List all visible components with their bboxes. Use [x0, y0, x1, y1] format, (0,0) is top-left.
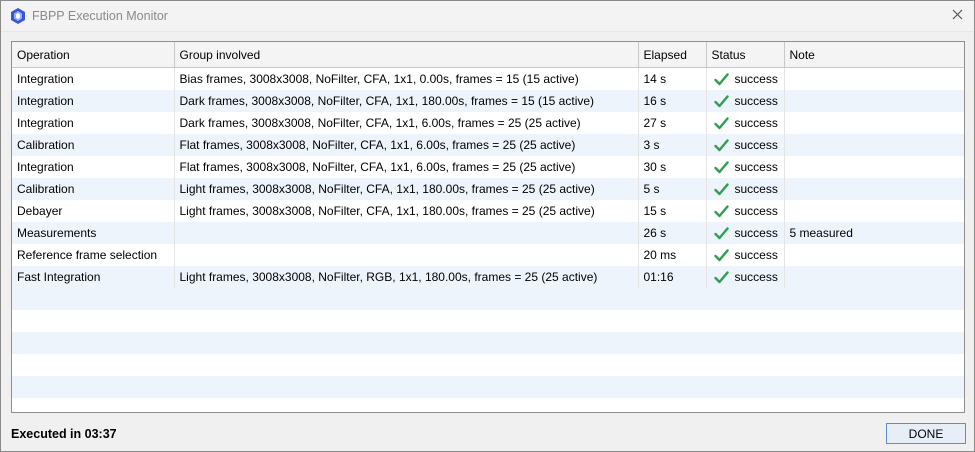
- status-cell: success: [706, 156, 785, 178]
- elapsed-cell: 01:16: [638, 266, 707, 288]
- note-cell: [784, 112, 964, 134]
- elapsed-cell: 14 s: [638, 67, 707, 90]
- elapsed-cell: 3 s: [638, 134, 707, 156]
- elapsed-cell: 16 s: [638, 90, 707, 112]
- status-cell: success: [706, 90, 785, 112]
- elapsed-cell: 30 s: [638, 156, 707, 178]
- elapsed-cell: 20 ms: [638, 244, 707, 266]
- window-title: FBPP Execution Monitor: [32, 9, 168, 23]
- status-text: success: [734, 248, 778, 262]
- status-text: success: [734, 116, 778, 130]
- column-header-operation[interactable]: Operation: [12, 42, 175, 68]
- close-button[interactable]: [946, 5, 968, 27]
- status-text: success: [734, 182, 778, 196]
- operation-cell: Calibration: [12, 178, 175, 200]
- operation-cell: Reference frame selection: [12, 244, 175, 266]
- note-cell: [784, 200, 964, 222]
- operation-cell: Fast Integration: [12, 266, 175, 288]
- operation-cell: Debayer: [12, 200, 175, 222]
- note-cell: 5 measured: [784, 222, 964, 244]
- group-cell: Flat frames, 3008x3008, NoFilter, CFA, 1…: [174, 156, 639, 178]
- operation-cell: Integration: [12, 156, 175, 178]
- checkmark-icon: [713, 270, 729, 284]
- status-cell: success: [706, 67, 785, 90]
- status-text: success: [734, 204, 778, 218]
- done-button[interactable]: DONE: [886, 423, 966, 444]
- group-cell: Dark frames, 3008x3008, NoFilter, CFA, 1…: [174, 90, 639, 112]
- note-cell: [784, 178, 964, 200]
- status-cell: success: [706, 200, 785, 222]
- elapsed-cell: 15 s: [638, 200, 707, 222]
- table-row[interactable]: Calibration Light frames, 3008x3008, NoFi…: [12, 178, 964, 200]
- group-cell: Flat frames, 3008x3008, NoFilter, CFA, 1…: [174, 134, 639, 156]
- note-cell: [784, 266, 964, 288]
- operation-cell: Integration: [12, 112, 175, 134]
- operation-cell: Calibration: [12, 134, 175, 156]
- column-header-group[interactable]: Group involved: [174, 42, 639, 68]
- table-row[interactable]: Reference frame selection 20 ms success: [12, 244, 964, 266]
- checkmark-icon: [713, 182, 729, 196]
- group-cell: Light frames, 3008x3008, NoFilter, RGB, …: [174, 266, 639, 288]
- note-cell: [784, 90, 964, 112]
- status-text: success: [734, 160, 778, 174]
- group-cell: Dark frames, 3008x3008, NoFilter, CFA, 1…: [174, 112, 639, 134]
- status-cell: success: [706, 222, 785, 244]
- status-cell: success: [706, 178, 785, 200]
- group-cell: Light frames, 3008x3008, NoFilter, CFA, …: [174, 178, 639, 200]
- checkmark-icon: [713, 160, 729, 174]
- table-row[interactable]: Debayer Light frames, 3008x3008, NoFilter…: [12, 200, 964, 222]
- checkmark-icon: [713, 116, 729, 130]
- column-header-elapsed[interactable]: Elapsed: [638, 42, 707, 68]
- executed-time-label: Executed in 03:37: [11, 427, 117, 441]
- status-cell: success: [706, 266, 785, 288]
- checkmark-icon: [713, 248, 729, 262]
- status-cell: success: [706, 244, 785, 266]
- table-row[interactable]: Fast Integration Light frames, 3008x3008,…: [12, 266, 964, 288]
- table-body: Integration Bias frames, 3008x3008, NoFil…: [12, 67, 964, 288]
- elapsed-cell: 5 s: [638, 178, 707, 200]
- table-row[interactable]: Integration Flat frames, 3008x3008, NoFil…: [12, 156, 964, 178]
- table-row[interactable]: Calibration Flat frames, 3008x3008, NoFil…: [12, 134, 964, 156]
- status-text: success: [734, 270, 778, 284]
- column-header-note[interactable]: Note: [784, 42, 964, 68]
- note-cell: [784, 244, 964, 266]
- status-text: success: [734, 138, 778, 152]
- group-cell: Bias frames, 3008x3008, NoFilter, CFA, 1…: [174, 67, 639, 90]
- operations-table: Operation Group involved Elapsed Status …: [11, 41, 965, 413]
- checkmark-icon: [713, 94, 729, 108]
- column-header-status[interactable]: Status: [706, 42, 785, 68]
- note-cell: [784, 67, 964, 90]
- group-cell: [174, 244, 639, 266]
- empty-rows-filler: [12, 288, 964, 412]
- status-text: success: [734, 94, 778, 108]
- table-row[interactable]: Integration Dark frames, 3008x3008, NoFil…: [12, 90, 964, 112]
- execution-monitor-window: FBPP Execution Monitor Operation Group i…: [0, 0, 975, 452]
- title-bar: FBPP Execution Monitor: [1, 1, 974, 32]
- fbpp-app-icon: [11, 8, 25, 24]
- table-header-row: Operation Group involved Elapsed Status …: [12, 42, 964, 68]
- status-cell: success: [706, 134, 785, 156]
- checkmark-icon: [713, 72, 729, 86]
- table-row[interactable]: Integration Bias frames, 3008x3008, NoFil…: [12, 67, 964, 90]
- group-cell: [174, 222, 639, 244]
- checkmark-icon: [713, 138, 729, 152]
- close-icon: [952, 9, 963, 23]
- status-text: success: [734, 72, 778, 86]
- note-cell: [784, 156, 964, 178]
- status-text: success: [734, 226, 778, 240]
- table-row[interactable]: Integration Dark frames, 3008x3008, NoFil…: [12, 112, 964, 134]
- group-cell: Light frames, 3008x3008, NoFilter, CFA, …: [174, 200, 639, 222]
- table-row[interactable]: Measurements 26 s success 5 measured: [12, 222, 964, 244]
- checkmark-icon: [713, 204, 729, 218]
- elapsed-cell: 27 s: [638, 112, 707, 134]
- checkmark-icon: [713, 226, 729, 240]
- status-cell: success: [706, 112, 785, 134]
- operation-cell: Integration: [12, 67, 175, 90]
- operation-cell: Integration: [12, 90, 175, 112]
- operation-cell: Measurements: [12, 222, 175, 244]
- elapsed-cell: 26 s: [638, 222, 707, 244]
- note-cell: [784, 134, 964, 156]
